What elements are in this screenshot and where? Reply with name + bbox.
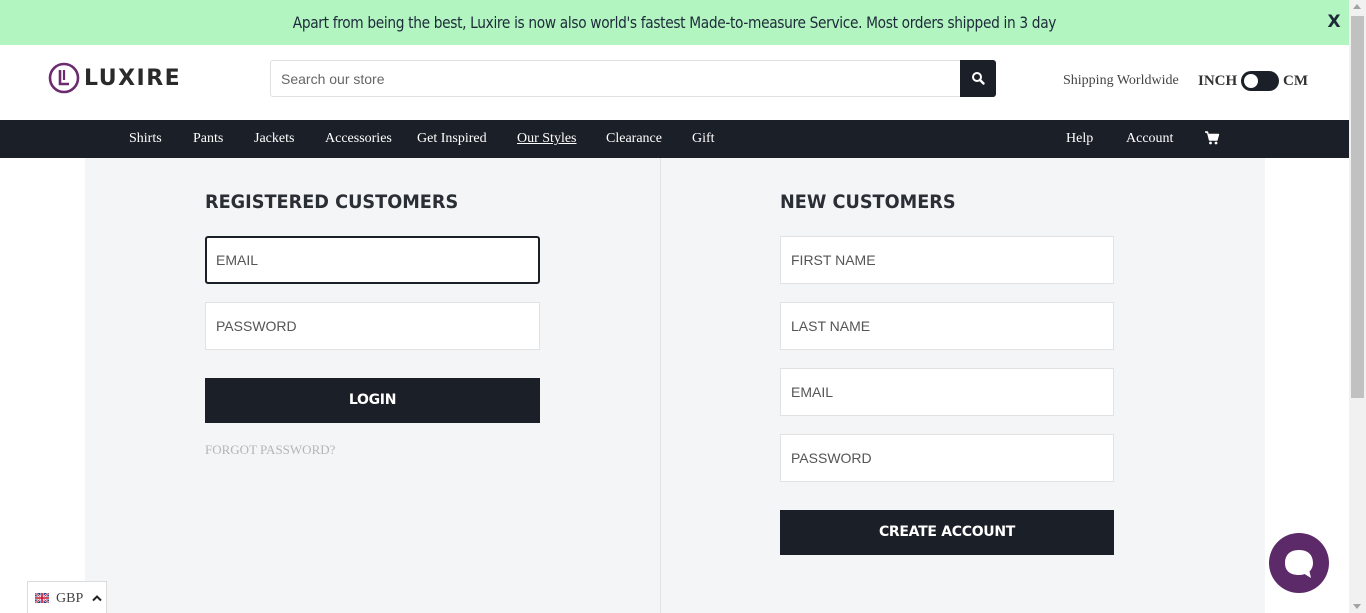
unit-toggle-switch[interactable] <box>1241 71 1279 91</box>
toggle-knob <box>1244 74 1258 88</box>
nav-item-jackets[interactable]: Jackets <box>254 120 294 158</box>
nav-item-account[interactable]: Account <box>1126 120 1173 158</box>
column-divider <box>660 158 661 613</box>
scroll-down-arrow-icon[interactable] <box>1353 604 1361 609</box>
nav-item-help[interactable]: Help <box>1066 120 1093 158</box>
create-account-button[interactable]: CREATE ACCOUNT <box>780 510 1114 555</box>
search-button[interactable] <box>960 60 996 97</box>
scrollbar-thumb[interactable] <box>1351 16 1364 398</box>
shipping-worldwide-text: Shipping Worldwide <box>1063 73 1179 88</box>
announcement-bar: Apart from being the best, Luxire is now… <box>0 0 1349 45</box>
cart-icon[interactable] <box>1204 130 1220 146</box>
nav-item-clearance[interactable]: Clearance <box>606 120 662 158</box>
search-input[interactable] <box>271 61 961 96</box>
announcement-text: Apart from being the best, Luxire is now… <box>292 13 1057 32</box>
announcement-close-button[interactable]: X <box>1323 11 1345 33</box>
page-scrollbar[interactable] <box>1349 0 1366 613</box>
new-customers-title: NEW CUSTOMERS <box>780 191 956 213</box>
registered-customers-title: REGISTERED CUSTOMERS <box>205 191 459 213</box>
nav-item-gift[interactable]: Gift <box>692 120 715 158</box>
currency-label: GBP <box>56 591 84 606</box>
login-email-field[interactable] <box>205 236 540 284</box>
site-header: LUXIRE Shipping Worldwide INCH CM <box>0 45 1349 120</box>
forgot-password-link[interactable]: FORGOT PASSWORD? <box>205 442 335 458</box>
chat-widget-button[interactable] <box>1269 533 1329 593</box>
unit-inch-label[interactable]: INCH <box>1198 73 1237 90</box>
register-password-field[interactable] <box>780 434 1114 482</box>
currency-selector[interactable]: GBP <box>27 581 107 613</box>
chevron-up-icon <box>92 595 102 602</box>
uk-flag-icon <box>35 593 49 603</box>
search-icon <box>972 72 985 85</box>
register-email-field[interactable] <box>780 368 1114 416</box>
nav-item-get-inspired[interactable]: Get Inspired <box>417 120 487 158</box>
main-nav: Shirts Pants Jackets Accessories Get Ins… <box>0 120 1349 158</box>
logo-text: LUXIRE <box>84 65 182 91</box>
first-name-field[interactable] <box>780 236 1114 284</box>
search-bar <box>270 60 996 97</box>
login-button[interactable]: LOGIN <box>205 378 540 423</box>
site-logo[interactable]: LUXIRE <box>48 61 200 95</box>
nav-item-our-styles[interactable]: Our Styles <box>517 120 577 158</box>
unit-cm-label[interactable]: CM <box>1283 73 1308 90</box>
chat-bubble-icon <box>1285 550 1313 578</box>
nav-item-accessories[interactable]: Accessories <box>325 120 392 158</box>
nav-item-pants[interactable]: Pants <box>193 120 223 158</box>
last-name-field[interactable] <box>780 302 1114 350</box>
scroll-up-arrow-icon[interactable] <box>1353 4 1361 9</box>
nav-item-shirts[interactable]: Shirts <box>129 120 162 158</box>
login-content-panel: REGISTERED CUSTOMERS LOGIN FORGOT PASSWO… <box>85 158 1265 613</box>
login-password-field[interactable] <box>205 302 540 350</box>
luxire-logo-icon <box>48 62 80 94</box>
